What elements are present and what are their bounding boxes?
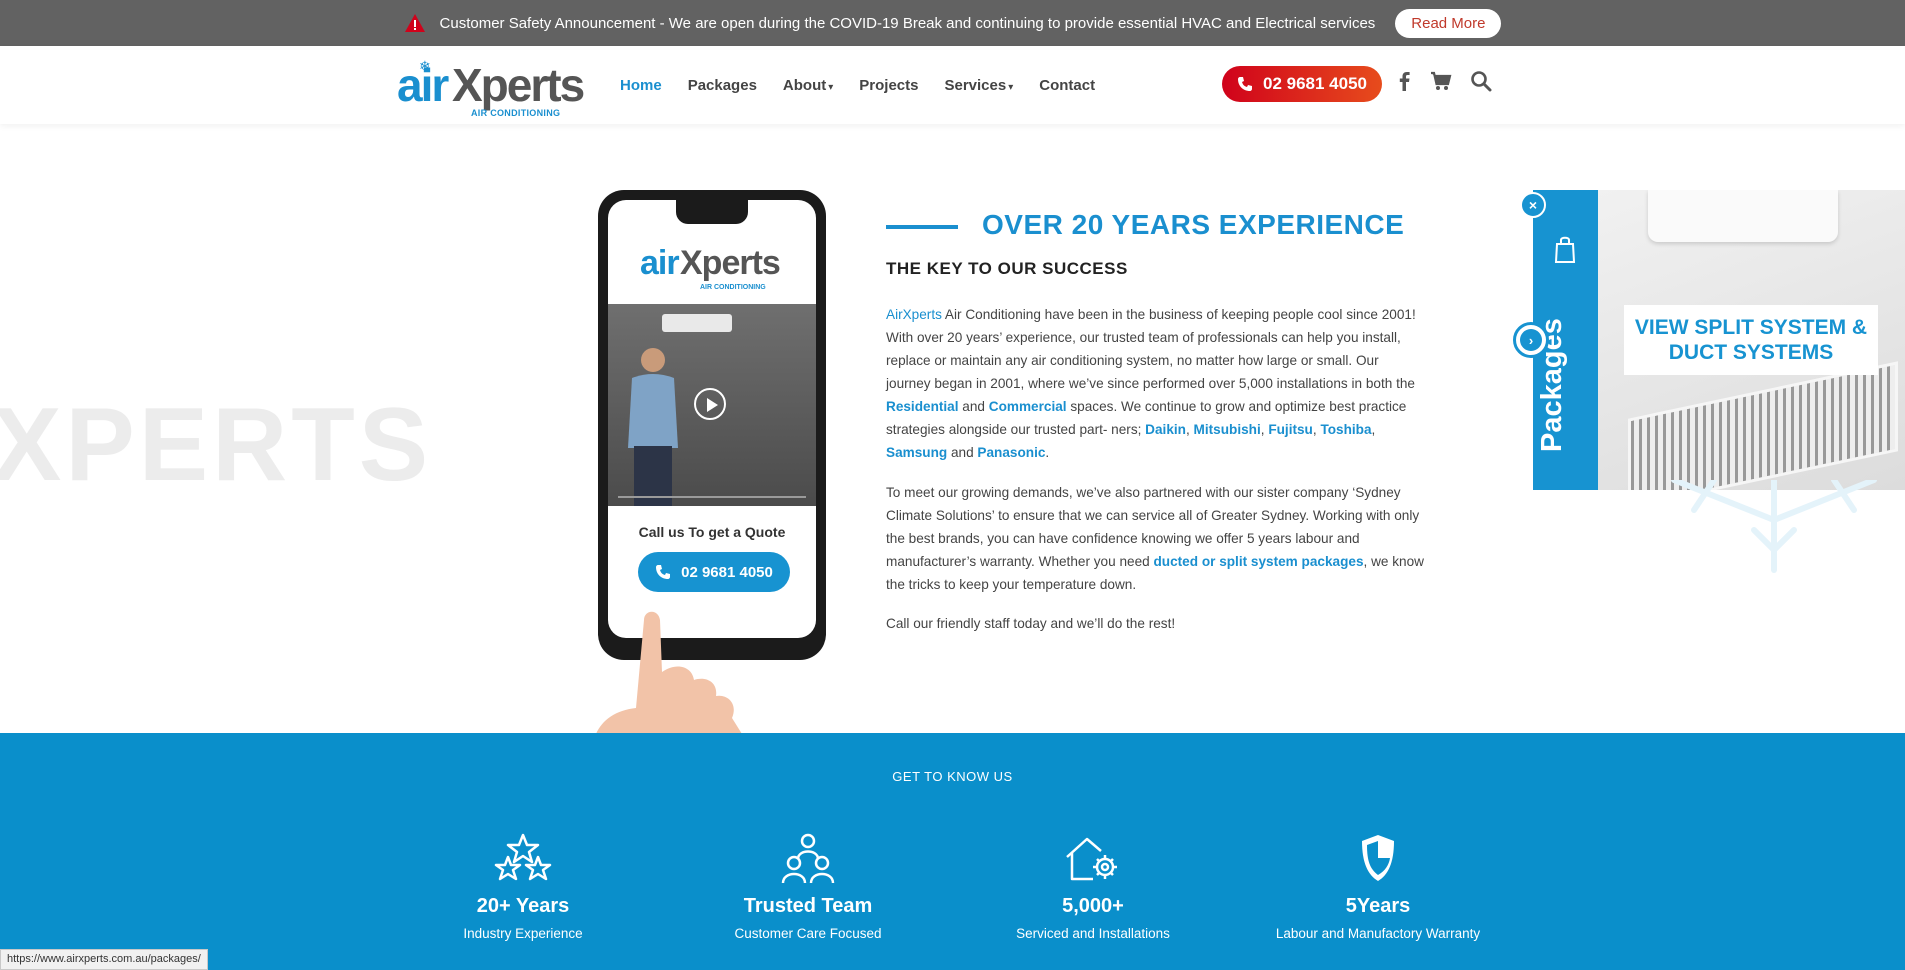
- phone-screen: air Xperts AIR CONDITIONING Call us To g…: [608, 200, 816, 638]
- packages-panel[interactable]: VIEW SPLIT SYSTEM & DUCT SYSTEMS: [1598, 190, 1905, 490]
- stat-team: Trusted Team Customer Care Focused: [678, 833, 938, 941]
- packages-link[interactable]: ducted or split system packages: [1153, 554, 1363, 569]
- about-paragraph-1: AirXperts Air Conditioning have been in …: [886, 307, 1416, 460]
- stat-warranty-value: 5Years: [1345, 895, 1411, 917]
- mitsubishi-link[interactable]: Mitsubishi: [1194, 422, 1261, 437]
- stat-years-value: 20+ Years: [476, 895, 570, 917]
- nav-projects[interactable]: Projects: [859, 77, 918, 94]
- header-phone-button[interactable]: 02 9681 4050: [1222, 66, 1382, 102]
- background-watermark: XPERTS: [0, 387, 433, 503]
- nav-contact[interactable]: Contact: [1039, 77, 1095, 94]
- announcement-bar: Customer Safety Announcement - We are op…: [0, 0, 1905, 46]
- house-gear-icon: [1066, 837, 1117, 881]
- panasonic-link[interactable]: Panasonic: [977, 445, 1045, 460]
- announcement-text: Customer Safety Announcement - We are op…: [439, 14, 1376, 32]
- residential-link[interactable]: Residential: [886, 399, 959, 414]
- title-accent-line: [886, 225, 958, 229]
- samsung-link[interactable]: Samsung: [886, 445, 947, 460]
- warning-icon: [404, 14, 425, 32]
- stat-years: 20+ Years Industry Experience: [393, 833, 653, 941]
- chevron-right-icon: ›: [1520, 329, 1542, 351]
- packages-cta[interactable]: VIEW SPLIT SYSTEM & DUCT SYSTEMS: [1624, 305, 1878, 375]
- main-nav: Home Packages About ▾ Projects Services ▾ …: [620, 46, 1095, 124]
- facebook-icon[interactable]: [1394, 70, 1416, 92]
- cart-icon[interactable]: [1430, 70, 1452, 92]
- about-paragraph-2: To meet our growing demands, we’ve also …: [886, 485, 1424, 592]
- caret-down-icon: ▾: [1008, 81, 1014, 93]
- section-title: OVER 20 YEARS EXPERIENCE: [982, 209, 1405, 240]
- stat-warranty: 5Years Labour and Manufactory Warranty: [1248, 833, 1508, 941]
- person-image: [628, 348, 678, 506]
- band-kicker: GET TO KNOW US: [892, 769, 1013, 784]
- phone-icon: [1238, 77, 1252, 91]
- team-icon: [781, 833, 835, 884]
- phone-icon: [656, 565, 671, 579]
- nav-packages[interactable]: Packages: [688, 77, 757, 94]
- section-subtitle: THE KEY TO OUR SUCCESS: [886, 259, 1128, 278]
- stat-installations: 5,000+ Serviced and Installations: [963, 833, 1223, 941]
- get-to-know-us-section: GET TO KNOW US 20+ Years Industry Experi…: [0, 733, 1905, 970]
- commercial-link[interactable]: Commercial: [989, 399, 1067, 414]
- about-paragraph-3: Call our friendly staff today and we’ll …: [886, 616, 1176, 631]
- stat-years-label: Industry Experience: [463, 926, 583, 941]
- status-bar-url: https://www.airxperts.com.au/packages/: [0, 949, 208, 970]
- stars-icon: [494, 833, 552, 881]
- fujitsu-link[interactable]: Fujitsu: [1268, 422, 1313, 437]
- caret-down-icon: ▾: [828, 81, 834, 93]
- snowflake-decoration-icon: [1671, 480, 1877, 573]
- nav-about[interactable]: About ▾: [783, 77, 833, 94]
- stat-installations-value: 5,000+: [1062, 895, 1124, 917]
- shield-icon: [1362, 835, 1394, 881]
- nav-services[interactable]: Services ▾: [944, 77, 1013, 94]
- stat-warranty-label: Labour and Manufactory Warranty: [1275, 926, 1481, 941]
- intro-video[interactable]: [608, 304, 816, 506]
- duct-vent-image: [1628, 361, 1898, 490]
- stat-team-label: Customer Care Focused: [734, 926, 882, 941]
- stat-team-value: Trusted Team: [743, 895, 873, 917]
- hand-image: [596, 611, 742, 734]
- phone-cta-text: Call us To get a Quote: [638, 524, 786, 540]
- read-more-button[interactable]: Read More: [1395, 8, 1502, 38]
- packages-arrow-button[interactable]: ›: [1513, 322, 1549, 358]
- site-logo[interactable]: ❄ air Xperts AIR CONDITIONING: [397, 56, 585, 118]
- daikin-link[interactable]: Daikin: [1145, 422, 1186, 437]
- play-icon[interactable]: [694, 388, 726, 420]
- toshiba-link[interactable]: Toshiba: [1320, 422, 1371, 437]
- stat-installations-label: Serviced and Installations: [1016, 926, 1170, 941]
- search-icon[interactable]: [1470, 70, 1492, 92]
- phone-logo: air Xperts AIR CONDITIONING: [640, 244, 781, 291]
- close-icon[interactable]: ×: [1520, 192, 1546, 218]
- site-header: ❄ air Xperts AIR CONDITIONING Home Packa…: [0, 46, 1905, 124]
- nav-home[interactable]: Home: [620, 77, 662, 94]
- brand-link[interactable]: AirXperts: [886, 307, 942, 322]
- shopping-bag-icon: [1554, 236, 1576, 263]
- split-system-image: [1648, 190, 1838, 242]
